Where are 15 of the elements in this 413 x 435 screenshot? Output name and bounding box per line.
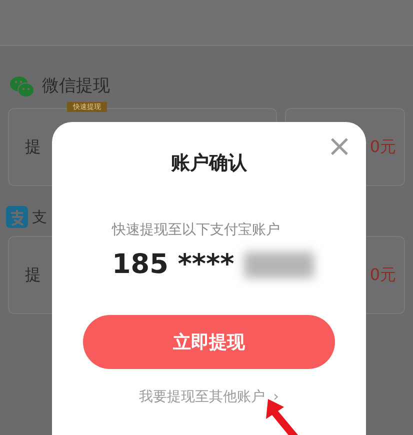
card-label: 提 (25, 264, 41, 286)
card-label: 提 (25, 136, 41, 158)
close-button[interactable]: × (326, 132, 352, 162)
payment-app-icon (6, 206, 28, 228)
account-number: 185 **** (112, 248, 234, 282)
other-account-link[interactable]: 我要提现至其他账户 (139, 387, 266, 408)
section-title: 微信提现 (42, 75, 110, 98)
card-amount: 0元 (370, 264, 396, 286)
withdraw-button[interactable]: 立即提现 (83, 315, 335, 369)
chat-bubbles-icon (10, 76, 34, 98)
section-title: 支 (32, 206, 47, 228)
chevron-icon: › (273, 387, 279, 408)
dialog-title: 账户确认 (170, 151, 248, 176)
card-amount: 0元 (370, 136, 396, 158)
dialog-subtitle: 快速提现至以下支付宝账户 (110, 220, 281, 240)
